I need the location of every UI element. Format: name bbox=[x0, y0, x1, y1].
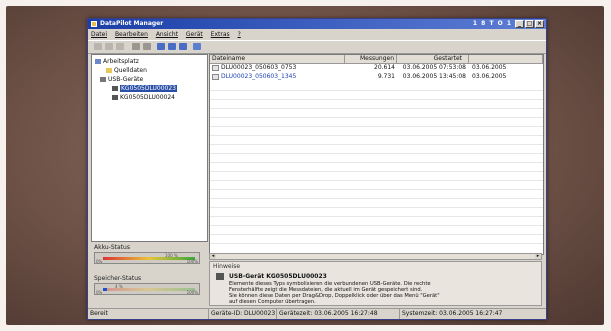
toolbar bbox=[88, 40, 546, 54]
column-header-ended[interactable] bbox=[469, 55, 543, 63]
hints-title: USB-Gerät KG0505DLU00023 bbox=[229, 273, 327, 280]
close-button[interactable]: × bbox=[535, 20, 544, 28]
hints-panel: Hinweise USB-Gerät KG0505DLU00023 Elemen… bbox=[209, 261, 542, 306]
status-device-id: Geräte-ID: DLU00023 bbox=[211, 309, 277, 319]
akku-label: Akku-Status bbox=[94, 244, 130, 251]
grid-line bbox=[210, 243, 543, 244]
title-bar[interactable]: DataPilot Manager 1 8 T O 1 _ □ × bbox=[88, 19, 546, 29]
grid-line bbox=[210, 180, 543, 181]
menu-help[interactable]: ? bbox=[238, 31, 241, 38]
device-icon bbox=[216, 273, 224, 280]
file-icon bbox=[212, 74, 219, 80]
hints-label: Hinweise bbox=[213, 263, 241, 270]
menu-datei[interactable]: Datei bbox=[91, 31, 107, 38]
grid-line bbox=[210, 171, 543, 172]
computer-icon bbox=[95, 59, 101, 64]
transfer-icon[interactable] bbox=[132, 43, 140, 50]
view-list-icon[interactable] bbox=[168, 43, 176, 50]
file-list: Dateiname Messungen Gestartet DLU00023_0… bbox=[209, 54, 544, 255]
delete-icon[interactable] bbox=[105, 43, 113, 50]
grid-line bbox=[210, 117, 543, 118]
speicher-gauge: 0% 4 % 100% bbox=[94, 283, 200, 295]
tree-item-quelldaten[interactable]: Quelldaten bbox=[106, 67, 147, 74]
refresh-icon[interactable] bbox=[193, 43, 201, 50]
scroll-left-icon[interactable]: ◂ bbox=[210, 254, 216, 259]
grid-line bbox=[210, 153, 543, 154]
menu-bar: Datei Bearbeiten Ansicht Gerät Extras ? bbox=[88, 30, 546, 39]
tray-icons: 1 8 T O 1 bbox=[472, 20, 512, 27]
column-header-name[interactable]: Dateiname bbox=[210, 55, 345, 63]
tree-view: Arbeitsplatz Quelldaten USB-Geräte KG050… bbox=[91, 54, 208, 242]
status-bar: Bereit Geräte-ID: DLU00023 Gerätezeit: 0… bbox=[88, 308, 546, 319]
grid-line bbox=[210, 99, 543, 100]
grid-line bbox=[210, 135, 543, 136]
grid-line bbox=[210, 90, 543, 91]
maximize-button[interactable]: □ bbox=[525, 20, 534, 28]
akku-gauge: 0% 100 % 100% bbox=[94, 252, 200, 264]
folder-icon bbox=[106, 68, 112, 73]
grid-line bbox=[210, 234, 543, 235]
table-row[interactable]: DLU00023_050603_0753 20.614 03.06.2005 0… bbox=[210, 64, 543, 72]
grid-line bbox=[210, 126, 543, 127]
grid-line bbox=[210, 225, 543, 226]
table-row[interactable]: DLU00023_050603_1345 9.731 03.06.2005 13… bbox=[210, 73, 543, 81]
hints-text: Elemente dieses Typs symbolisieren die v… bbox=[229, 281, 440, 305]
speicher-fill bbox=[103, 288, 107, 291]
tree-item-device-2[interactable]: KG0505DLU00024 bbox=[112, 94, 175, 101]
menu-ansicht[interactable]: Ansicht bbox=[156, 31, 178, 38]
device-icon bbox=[112, 86, 118, 91]
file-icon bbox=[212, 65, 219, 71]
menu-bearbeiten[interactable]: Bearbeiten bbox=[115, 31, 148, 38]
grid-line bbox=[210, 144, 543, 145]
cut-icon[interactable] bbox=[94, 43, 102, 50]
grid-line bbox=[210, 216, 543, 217]
app-window: DataPilot Manager 1 8 T O 1 _ □ × Datei … bbox=[87, 18, 547, 320]
app-icon bbox=[91, 21, 97, 27]
status-system-time: Systemzeit: 03.06.2005 16:27:47 bbox=[402, 310, 503, 317]
column-header-started[interactable]: Gestartet bbox=[397, 55, 469, 63]
export-icon[interactable] bbox=[143, 43, 151, 50]
grid-line bbox=[210, 189, 543, 190]
window-title: DataPilot Manager bbox=[100, 20, 164, 27]
horizontal-scrollbar[interactable]: ◂ ▸ bbox=[209, 253, 542, 260]
tree-item-arbeitsplatz[interactable]: Arbeitsplatz bbox=[95, 58, 139, 65]
grid-line bbox=[210, 162, 543, 163]
usb-icon bbox=[100, 77, 106, 82]
scroll-right-icon[interactable]: ▸ bbox=[535, 254, 541, 259]
device-icon bbox=[112, 95, 118, 100]
tree-item-device-1[interactable]: KG0505DLU00023 bbox=[112, 85, 177, 92]
list-header: Dateiname Messungen Gestartet bbox=[210, 55, 543, 64]
status-panel: Akku-Status 0% 100 % 100% Speicher-Statu… bbox=[91, 244, 206, 306]
menu-geraet[interactable]: Gerät bbox=[186, 31, 203, 38]
minimize-button[interactable]: _ bbox=[515, 20, 524, 28]
view-details-icon[interactable] bbox=[179, 43, 187, 50]
status-ready: Bereit bbox=[88, 309, 209, 319]
tree-item-usb[interactable]: USB-Geräte bbox=[100, 76, 143, 83]
status-device-time: Gerätezeit: 03.06.2005 16:27:48 bbox=[277, 309, 400, 319]
properties-icon[interactable] bbox=[116, 43, 124, 50]
grid-line bbox=[210, 108, 543, 109]
grid-line bbox=[210, 207, 543, 208]
column-header-count[interactable]: Messungen bbox=[345, 55, 397, 63]
akku-fill bbox=[103, 257, 195, 260]
menu-extras[interactable]: Extras bbox=[211, 31, 230, 38]
grid-line bbox=[210, 198, 543, 199]
speicher-label: Speicher-Status bbox=[94, 275, 142, 282]
view-icons-icon[interactable] bbox=[157, 43, 165, 50]
